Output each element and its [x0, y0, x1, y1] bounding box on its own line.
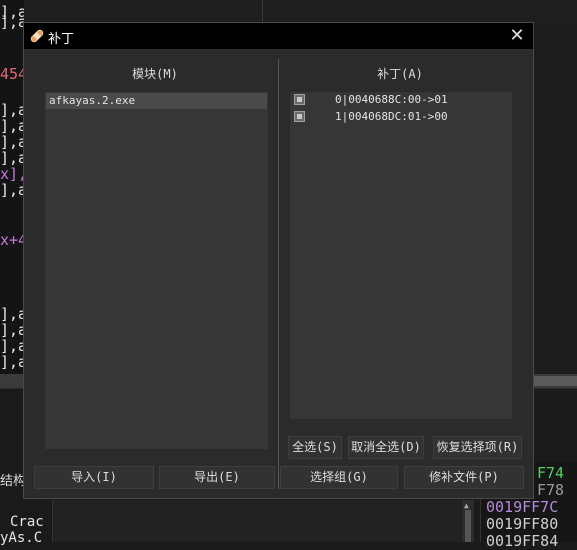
- bandage-icon: [29, 28, 45, 44]
- stack-address: F78: [537, 481, 565, 499]
- symbol-line: Crac: [10, 514, 44, 530]
- code-line: 454: [0, 65, 24, 83]
- symbol-pane: Crac yAs.C: [0, 500, 52, 546]
- symbol-line: yAs.C: [0, 530, 43, 546]
- patches-list[interactable]: 0|0040688C:00->01 1|004068DC:01->00: [290, 92, 512, 419]
- patch-item-label: 0|0040688C:00->01: [335, 93, 448, 106]
- select-all-button[interactable]: 全选(S): [288, 436, 342, 459]
- select-group-button[interactable]: 选择组(G): [280, 466, 398, 489]
- modules-list[interactable]: afkayas.2.exe: [45, 92, 268, 449]
- checkbox[interactable]: [294, 110, 305, 122]
- code-line: ],a: [0, 353, 24, 371]
- disassembly-pane: ],al],al454],a],a],a],ax],],ax+4],a],a],…: [0, 0, 24, 380]
- dialog-title: 补丁: [48, 31, 75, 46]
- patches-title: 补丁(A): [377, 67, 423, 81]
- column-divider: [278, 59, 279, 489]
- code-line: ],a: [0, 149, 24, 167]
- code-line: ],a: [0, 117, 24, 135]
- dialog-titlebar[interactable]: 补丁 ✕: [24, 23, 533, 49]
- background-toolbar: [24, 0, 577, 24]
- patches-dialog: 补丁 ✕ 模块(M) afkayas.2.exe 补丁(A) 0|0040688…: [23, 22, 534, 499]
- code-line: ],a: [0, 181, 24, 199]
- patch-file-button[interactable]: 修补文件(P): [404, 466, 524, 489]
- modules-title: 模块(M): [132, 67, 178, 81]
- scrollbar-thumb[interactable]: [465, 510, 471, 542]
- code-line: ],a: [0, 321, 24, 339]
- code-line: x],: [0, 165, 24, 183]
- patch-item[interactable]: 1|004068DC:01->00: [294, 109, 448, 125]
- scrollbar-thumb[interactable]: [533, 376, 577, 386]
- code-line: ],a: [0, 133, 24, 151]
- close-icon[interactable]: ✕: [507, 26, 527, 46]
- struct-tab-label[interactable]: 结构: [0, 470, 26, 489]
- code-line: ],a: [0, 101, 24, 119]
- stack-address: F74: [537, 464, 565, 482]
- checkbox[interactable]: [294, 93, 305, 105]
- background-panel: [533, 24, 577, 374]
- import-button[interactable]: 导入(I): [34, 466, 154, 489]
- stack-address: 0019FF7C: [486, 498, 559, 516]
- deselect-all-button[interactable]: 取消全选(D): [348, 436, 424, 459]
- vertical-scrollbar[interactable]: ▲: [462, 500, 474, 542]
- patch-item-label: 1|004068DC:01->00: [335, 110, 448, 123]
- code-line: ],al: [0, 13, 24, 31]
- export-button[interactable]: 导出(E): [159, 466, 275, 489]
- log-pane: [52, 500, 461, 542]
- scroll-up-icon[interactable]: ▲: [464, 501, 469, 510]
- patch-item[interactable]: 0|0040688C:00->01: [294, 92, 448, 108]
- code-line: ],a: [0, 337, 24, 355]
- stack-address: 0019FF80: [486, 515, 559, 533]
- restore-selection-button[interactable]: 恢复选择项(R): [433, 436, 522, 459]
- module-item[interactable]: afkayas.2.exe: [46, 93, 267, 109]
- code-line: ],a: [0, 305, 24, 323]
- code-line: x+4: [0, 231, 24, 249]
- pane-splitter: [262, 0, 263, 24]
